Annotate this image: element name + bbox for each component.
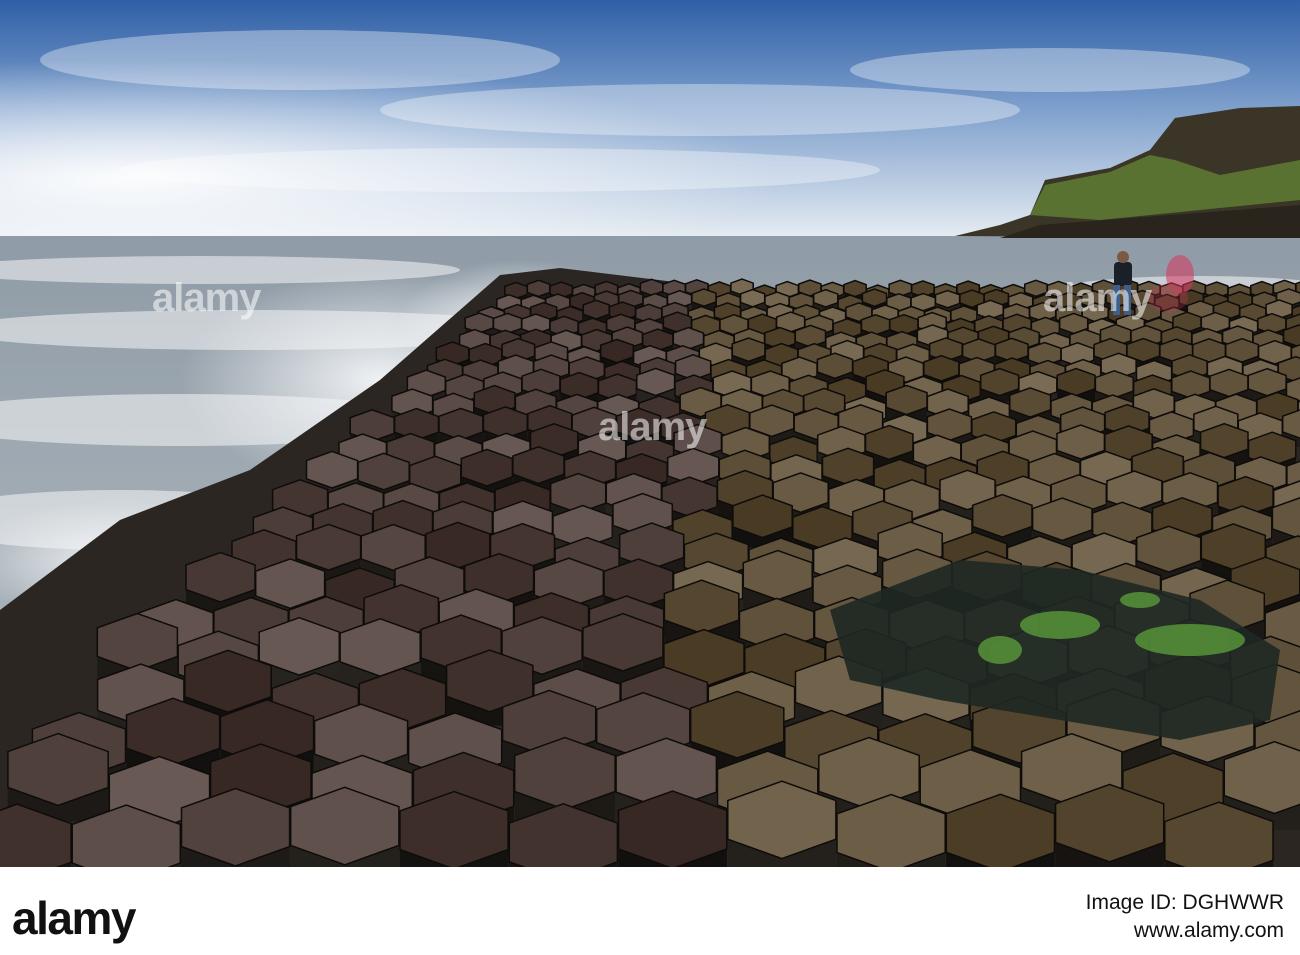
column-top: [526, 279, 551, 298]
footer-bar: alamy Image ID: DGHWWR www.alamy.com: [0, 867, 1300, 955]
column-top: [885, 384, 928, 416]
column-top: [464, 312, 494, 334]
column-top: [1171, 370, 1211, 399]
column-top: [1023, 279, 1048, 298]
image-id-label: Image ID: DGHWWR: [1085, 891, 1284, 914]
column-top: [739, 288, 766, 308]
site-url[interactable]: www.alamy.com: [1086, 917, 1284, 945]
column-top: [794, 324, 827, 348]
column-top: [599, 338, 635, 364]
column-top: [934, 289, 961, 309]
image-id-block: Image ID: DGHWWR www.alamy.com: [1086, 889, 1284, 945]
column-top: [615, 407, 662, 441]
column-top: [639, 278, 664, 297]
column-top: [1056, 367, 1096, 397]
column-top: [1009, 387, 1052, 418]
column-top: [1209, 368, 1249, 398]
column-top: [816, 352, 854, 380]
column-top: [923, 354, 960, 382]
column-top: [861, 288, 888, 308]
column-top: [636, 367, 676, 397]
column-top: [1094, 370, 1134, 399]
column-top: [582, 299, 610, 320]
column-top: [1247, 367, 1287, 397]
column-top: [979, 367, 1020, 397]
column-top: [691, 288, 717, 307]
column-top: [731, 337, 766, 363]
column-top: [860, 314, 891, 336]
column-top: [672, 326, 705, 350]
column-top: [812, 288, 839, 308]
alamy-logo[interactable]: alamy: [12, 891, 136, 945]
photo-scene: alamy alamy alamy: [0, 0, 1300, 867]
